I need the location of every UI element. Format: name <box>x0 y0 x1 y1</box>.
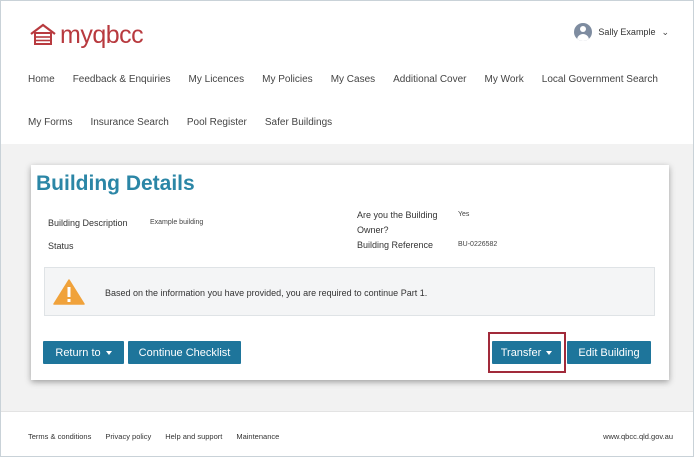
nav-item-safer-buildings[interactable]: Safer Buildings <box>265 117 332 128</box>
building-reference-label: Building Reference <box>357 240 434 250</box>
warning-icon <box>53 279 85 305</box>
edit-building-label: Edit Building <box>578 346 640 359</box>
owner-value: Yes <box>458 211 470 218</box>
nav-item-feedback[interactable]: Feedback & Enquiries <box>73 74 171 85</box>
owner-question-label-line1: Are you the Building <box>357 210 438 220</box>
nav-item-my-work[interactable]: My Work <box>485 74 524 85</box>
chevron-down-icon: ⌄ <box>661 26 669 37</box>
return-to-label: Return to <box>55 346 101 359</box>
nav-item-local-government-search[interactable]: Local Government Search <box>542 74 658 85</box>
alert-message: Based on the information you have provid… <box>105 288 428 298</box>
nav-item-my-forms[interactable]: My Forms <box>28 117 72 128</box>
logo-text: myqbcc <box>60 20 144 49</box>
building-description-value: Example building <box>150 219 204 226</box>
site-header: myqbcc Sally Example ⌄ Home Feedback & E… <box>1 1 693 144</box>
nav-item-my-licences[interactable]: My Licences <box>189 74 245 85</box>
footer-link-privacy[interactable]: Privacy policy <box>105 432 151 441</box>
logo[interactable]: myqbcc <box>29 20 144 49</box>
edit-building-button[interactable]: Edit Building <box>567 341 651 364</box>
site-footer: Terms & conditions Privacy policy Help a… <box>1 411 693 456</box>
building-description-label: Building Description <box>48 218 128 228</box>
main-nav-row-1: Home Feedback & Enquiries My Licences My… <box>28 74 676 85</box>
nav-item-additional-cover[interactable]: Additional Cover <box>393 74 466 85</box>
caret-down-icon <box>105 350 112 355</box>
footer-links: Terms & conditions Privacy policy Help a… <box>28 432 293 441</box>
footer-link-help[interactable]: Help and support <box>165 432 222 441</box>
user-name: Sally Example <box>598 27 656 37</box>
nav-item-home[interactable]: Home <box>28 74 55 85</box>
owner-question-label-line2: Owner? <box>357 225 389 235</box>
footer-link-terms[interactable]: Terms & conditions <box>28 432 91 441</box>
user-menu[interactable]: Sally Example ⌄ <box>574 23 669 41</box>
footer-site-url[interactable]: www.qbcc.qld.gov.au <box>603 432 673 441</box>
footer-link-maintenance[interactable]: Maintenance <box>236 432 279 441</box>
nav-item-my-cases[interactable]: My Cases <box>331 74 375 85</box>
main-nav-row-2: My Forms Insurance Search Pool Register … <box>28 117 350 128</box>
info-alert: Based on the information you have provid… <box>44 267 655 316</box>
building-reference-value: BU-0226582 <box>458 241 498 248</box>
return-to-button[interactable]: Return to <box>43 341 124 364</box>
building-details-card: Building Details Building Description Ex… <box>31 165 669 380</box>
nav-item-pool-register[interactable]: Pool Register <box>187 117 247 128</box>
main-content: Building Details Building Description Ex… <box>1 144 693 411</box>
continue-checklist-button[interactable]: Continue Checklist <box>128 341 241 364</box>
page-title: Building Details <box>36 172 195 195</box>
status-label: Status <box>48 241 74 251</box>
transfer-highlight-box <box>488 332 566 373</box>
avatar-icon <box>574 23 593 41</box>
nav-item-insurance-search[interactable]: Insurance Search <box>90 117 168 128</box>
continue-checklist-label: Continue Checklist <box>138 346 231 359</box>
house-logo-icon <box>30 23 56 45</box>
nav-item-my-policies[interactable]: My Policies <box>262 74 313 85</box>
